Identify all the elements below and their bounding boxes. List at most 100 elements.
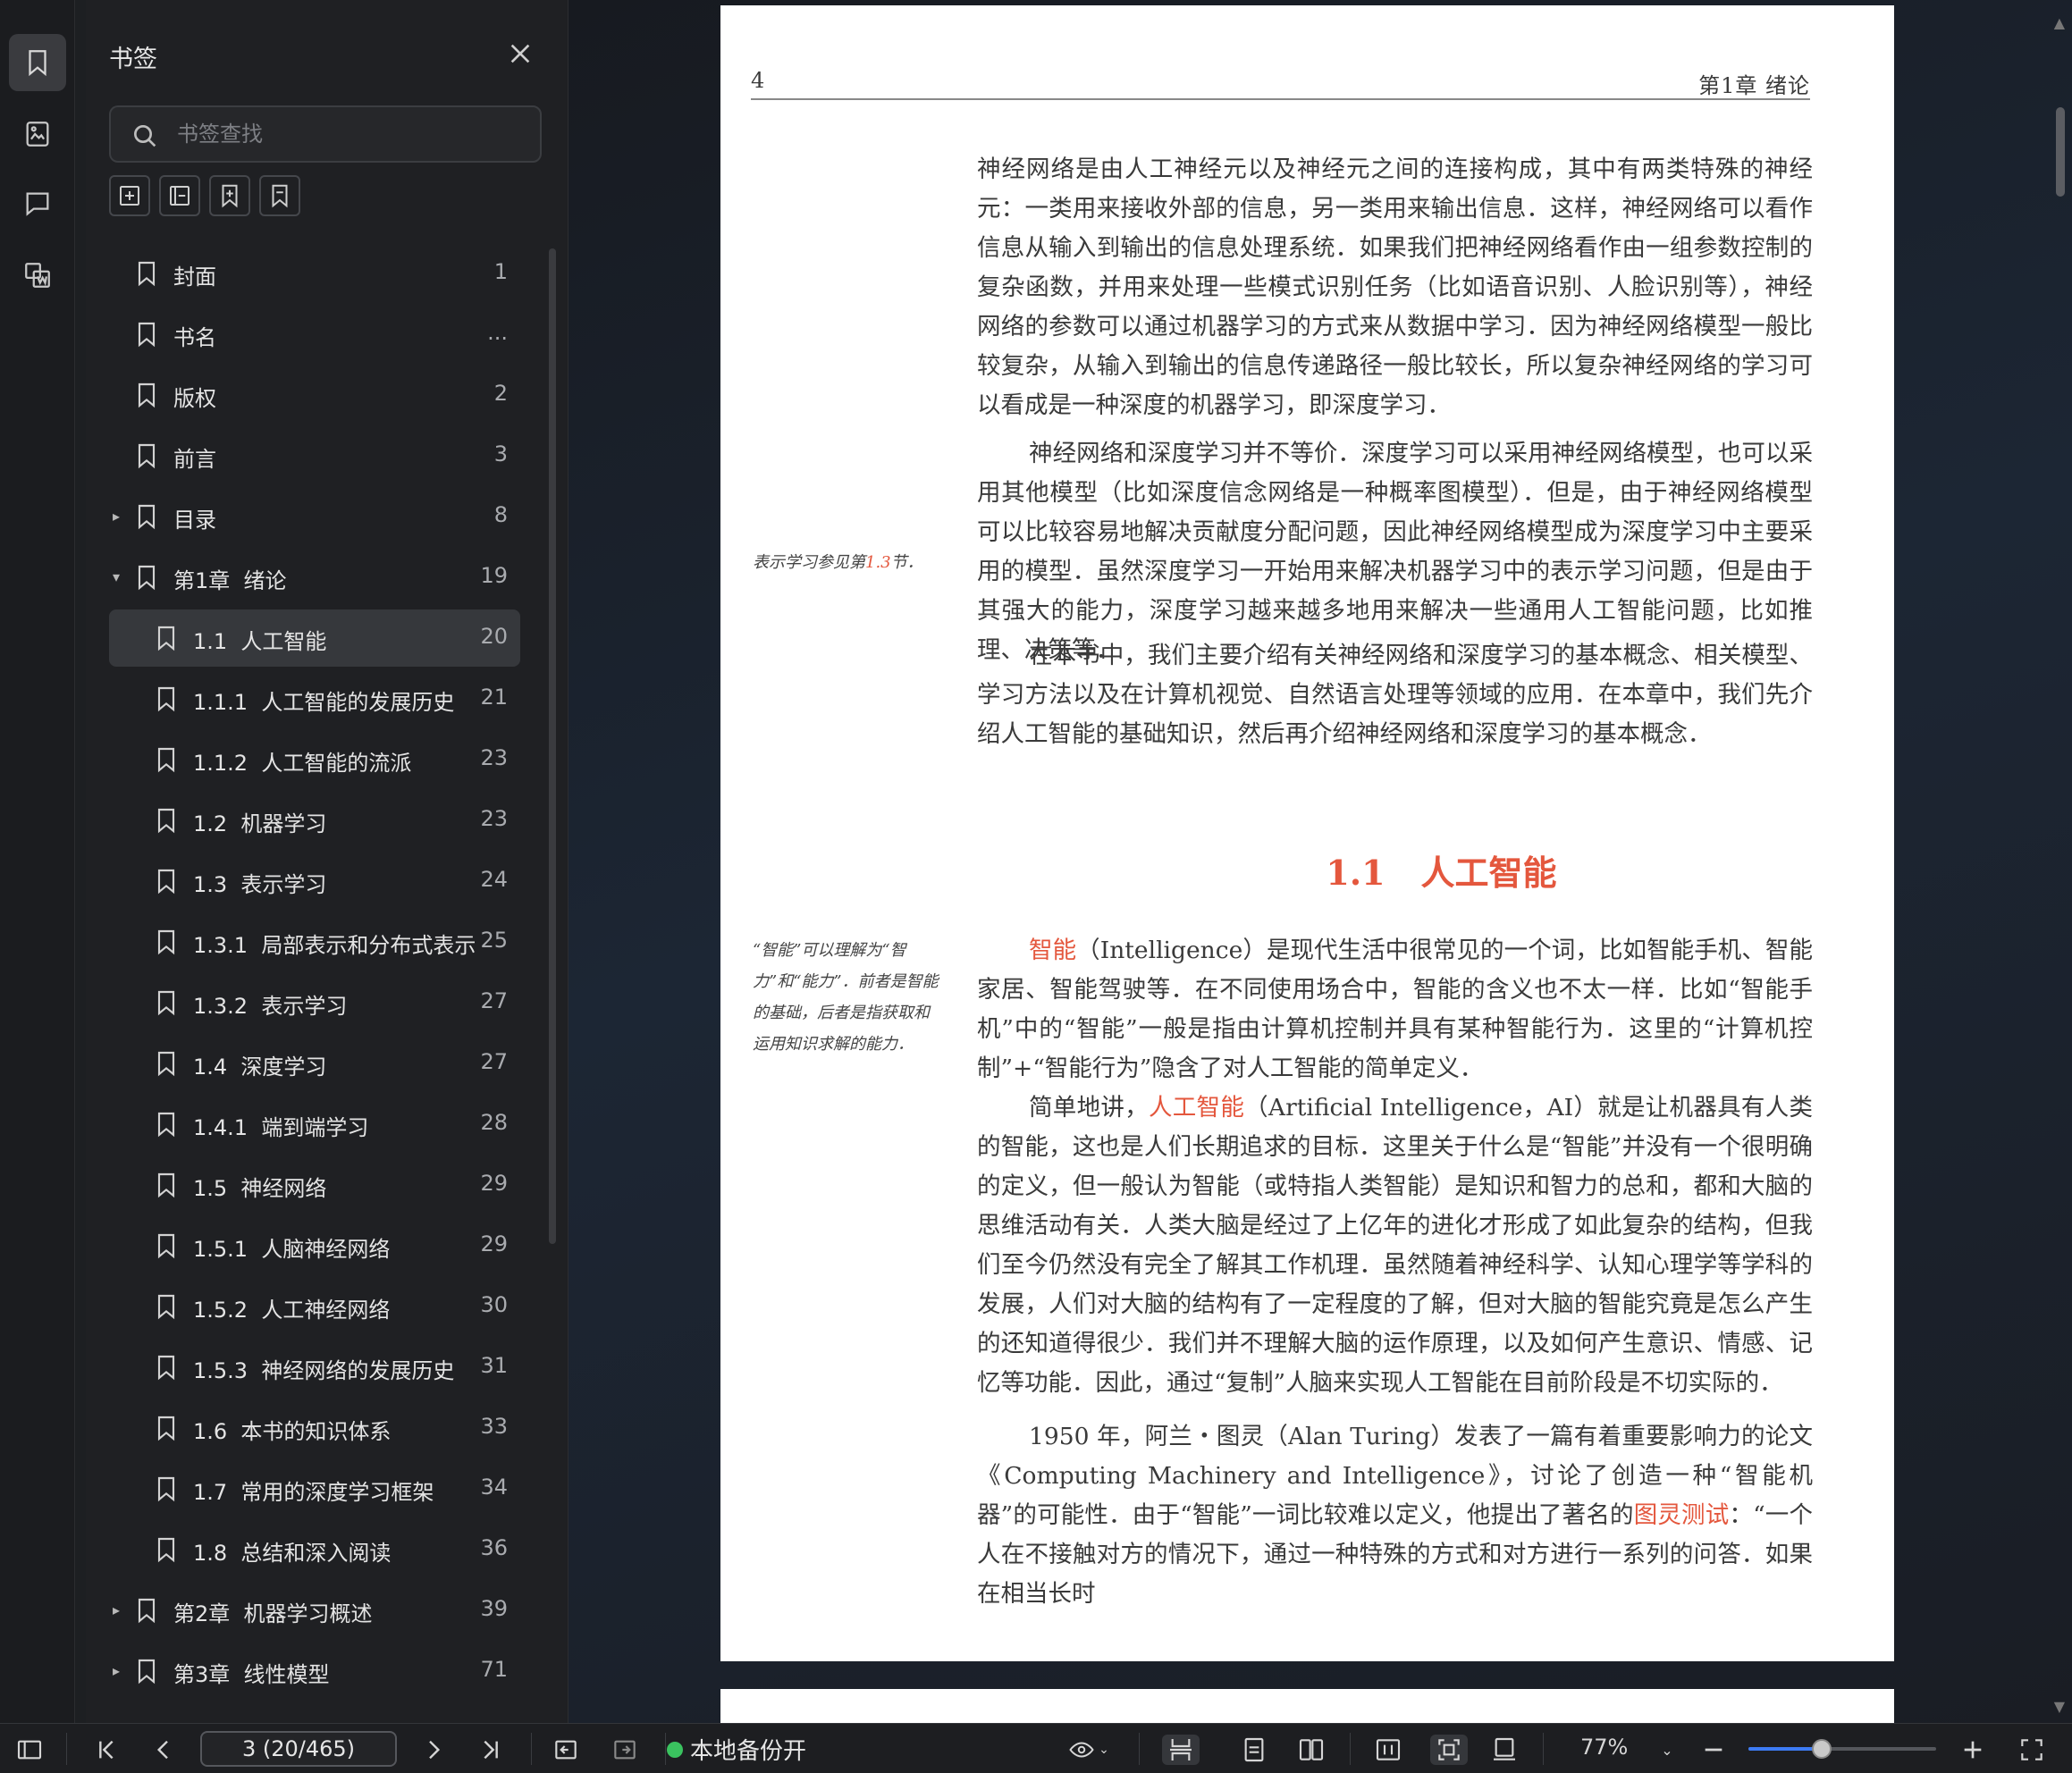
paragraph-text: 简单地讲， bbox=[1029, 1094, 1149, 1122]
bookmark-icon bbox=[138, 565, 156, 591]
forward-button[interactable] bbox=[610, 1735, 640, 1765]
fullscreen-button[interactable] bbox=[2017, 1735, 2047, 1765]
back-button[interactable] bbox=[551, 1735, 581, 1765]
add-child-bookmark-button[interactable] bbox=[159, 175, 200, 216]
thumbnail-rail-button[interactable] bbox=[9, 105, 66, 163]
close-panel-button[interactable] bbox=[506, 39, 535, 68]
document-viewer[interactable]: 4 第1章 绪论 神经网络是由人工神经元以及神经元之间的连接构成，其中有两类特殊… bbox=[569, 0, 2072, 1723]
zoom-out-button[interactable] bbox=[1698, 1735, 1729, 1765]
bookmark-label: 版权 bbox=[173, 386, 216, 411]
bookmark-scrollbar[interactable] bbox=[549, 248, 556, 1244]
caret-down-icon[interactable]: ▾ bbox=[113, 570, 127, 584]
divider bbox=[665, 1733, 666, 1765]
bookmark-item[interactable]: 1.1 人工智能 20 bbox=[109, 609, 520, 667]
bookmark-remove-button[interactable] bbox=[259, 175, 300, 216]
bookmark-search-input[interactable] bbox=[177, 116, 526, 152]
two-page-button[interactable] bbox=[1296, 1735, 1327, 1765]
bookmark-page-number: 29 bbox=[480, 1171, 508, 1196]
page-number-input[interactable]: 3 (20/465) bbox=[200, 1731, 397, 1767]
bookmark-item[interactable]: 1.3 表示学习 24 bbox=[109, 853, 520, 910]
bookmark-item[interactable]: 1.5 神经网络 29 bbox=[109, 1156, 520, 1214]
bookmark-icon bbox=[157, 1112, 175, 1138]
bookmark-item[interactable]: 1.3.2 表示学习 27 bbox=[109, 974, 520, 1031]
last-page-icon bbox=[484, 1740, 498, 1760]
bookmark-item[interactable]: 1.6 本书的知识体系 33 bbox=[109, 1399, 520, 1457]
extract-rail-button[interactable] bbox=[9, 247, 66, 304]
bookmark-item[interactable]: ▸ 目录 8 bbox=[109, 488, 520, 545]
previous-page-button[interactable] bbox=[148, 1735, 179, 1765]
caret-right-icon[interactable]: ▸ bbox=[113, 1603, 127, 1618]
fit-width-button[interactable] bbox=[1373, 1735, 1403, 1765]
cross-reference-link[interactable]: 1.3 bbox=[865, 553, 891, 572]
continuous-scroll-icon bbox=[1170, 1739, 1192, 1760]
local-backup-status[interactable]: 本地备份开 bbox=[667, 1733, 806, 1766]
bookmark-item[interactable]: 1.5.1 人脑神经网络 29 bbox=[109, 1217, 520, 1274]
add-bookmark-button[interactable] bbox=[109, 175, 150, 216]
zoom-dropdown[interactable]: ⌄ bbox=[1652, 1735, 1682, 1765]
thumbnail-icon bbox=[26, 122, 49, 147]
bookmark-icon bbox=[29, 50, 46, 77]
bookmark-item[interactable]: 1.2 机器学习 23 bbox=[109, 792, 520, 849]
bookmark-label: 第3章 线性模型 bbox=[173, 1662, 330, 1687]
bookmark-item[interactable]: 书名... bbox=[109, 306, 520, 363]
fullscreen-icon bbox=[2021, 1739, 2043, 1760]
comment-rail-button[interactable] bbox=[9, 175, 66, 232]
bookmark-label: 1.3.2 表示学习 bbox=[193, 994, 348, 1019]
bookmark-label: 1.8 总结和深入阅读 bbox=[193, 1541, 392, 1566]
bookmark-page-number: 23 bbox=[480, 745, 508, 770]
zoom-slider-thumb[interactable] bbox=[1811, 1739, 1832, 1759]
bookmark-page-number: ... bbox=[487, 320, 508, 345]
two-page-icon bbox=[1299, 1739, 1324, 1760]
bookmark-item[interactable]: 1.7 常用的深度学习框架 34 bbox=[109, 1460, 520, 1517]
bookmark-item[interactable]: 1.8 总结和深入阅读 36 bbox=[109, 1521, 520, 1578]
bookmark-rail-button[interactable] bbox=[9, 34, 66, 91]
bookmark-item[interactable]: 1.1.2 人工智能的流派 23 bbox=[109, 731, 520, 788]
bookmark-icon bbox=[138, 1598, 156, 1624]
caret-right-icon[interactable]: ▸ bbox=[113, 1664, 127, 1678]
single-page-button[interactable] bbox=[1239, 1735, 1269, 1765]
bottom-toolbar: 3 (20/465) 本地备份开 ⌄ 77% ⌄ bbox=[0, 1723, 2072, 1773]
bookmark-label: 1.1 人工智能 bbox=[193, 629, 327, 654]
header-rule bbox=[751, 98, 1810, 100]
zoom-slider[interactable] bbox=[1748, 1739, 1936, 1759]
bookmark-tree: 封面 1 书名... 版权 2 前言 3 ▸ 目录 8 ▾ 第1章 绪论 19 1.1 人工智能 20 1.1… bbox=[109, 245, 520, 1723]
last-page-button[interactable] bbox=[476, 1735, 506, 1765]
bookmark-item[interactable]: ▸ 第3章 线性模型 71 bbox=[109, 1643, 520, 1700]
bookmark-icon bbox=[157, 1051, 175, 1077]
bookmark-item[interactable]: ▸ 第2章 机器学习概述 39 bbox=[109, 1582, 520, 1639]
term-highlight: 图灵测试 bbox=[1633, 1501, 1730, 1529]
bookmark-item[interactable]: 1.1.1 人工智能的发展历史 21 bbox=[109, 670, 520, 727]
first-page-button[interactable] bbox=[91, 1735, 122, 1765]
bookmark-item[interactable]: 1.4.1 端到端学习 28 bbox=[109, 1096, 520, 1153]
bookmark-item[interactable]: 1.5.3 神经网络的发展历史 31 bbox=[109, 1339, 520, 1396]
bookmark-page-number: 71 bbox=[480, 1657, 508, 1682]
bookmark-item[interactable]: 1.3.1 局部表示和分布式表示 25 bbox=[109, 913, 520, 971]
scroll-up-arrow[interactable]: ▲ bbox=[2054, 14, 2065, 31]
caret-right-icon[interactable]: ▸ bbox=[113, 509, 127, 524]
zoom-in-button[interactable] bbox=[1958, 1735, 1988, 1765]
viewer-scrollbar[interactable] bbox=[2056, 107, 2065, 197]
bookmark-item[interactable]: 前言 3 bbox=[109, 427, 520, 484]
bookmark-item[interactable]: 1.4 深度学习 27 bbox=[109, 1035, 520, 1092]
bookmark-item[interactable]: 版权 2 bbox=[109, 366, 520, 424]
bookmark-plus-button[interactable] bbox=[209, 175, 250, 216]
bookmark-item[interactable]: 封面 1 bbox=[109, 245, 520, 302]
bookmark-item[interactable]: 1.5.2 人工神经网络 30 bbox=[109, 1278, 520, 1335]
actual-size-button[interactable] bbox=[1489, 1735, 1520, 1765]
toggle-sidebar-button[interactable] bbox=[14, 1735, 45, 1765]
bookmark-item[interactable]: ▾ 第1章 绪论 19 bbox=[109, 549, 520, 606]
view-mode-dropdown[interactable]: ⌄ bbox=[1060, 1735, 1117, 1765]
fit-page-icon bbox=[1438, 1739, 1460, 1760]
scroll-down-arrow[interactable]: ▼ bbox=[2054, 1698, 2065, 1715]
fit-page-button[interactable] bbox=[1430, 1735, 1468, 1765]
bookmark-page-number: 31 bbox=[480, 1353, 508, 1378]
next-page-button[interactable] bbox=[418, 1735, 449, 1765]
bookmark-label: 1.5 神经网络 bbox=[193, 1176, 327, 1201]
bookmark-page-number: 19 bbox=[480, 563, 508, 588]
continuous-scroll-button[interactable] bbox=[1162, 1735, 1200, 1765]
bookmark-page-number: 27 bbox=[480, 988, 508, 1013]
add-bookmark-icon bbox=[120, 186, 139, 206]
zoom-level[interactable]: 77% bbox=[1580, 1735, 1628, 1760]
bookmark-page-number: 21 bbox=[480, 685, 508, 710]
margin-note-text: 节． bbox=[890, 553, 923, 572]
